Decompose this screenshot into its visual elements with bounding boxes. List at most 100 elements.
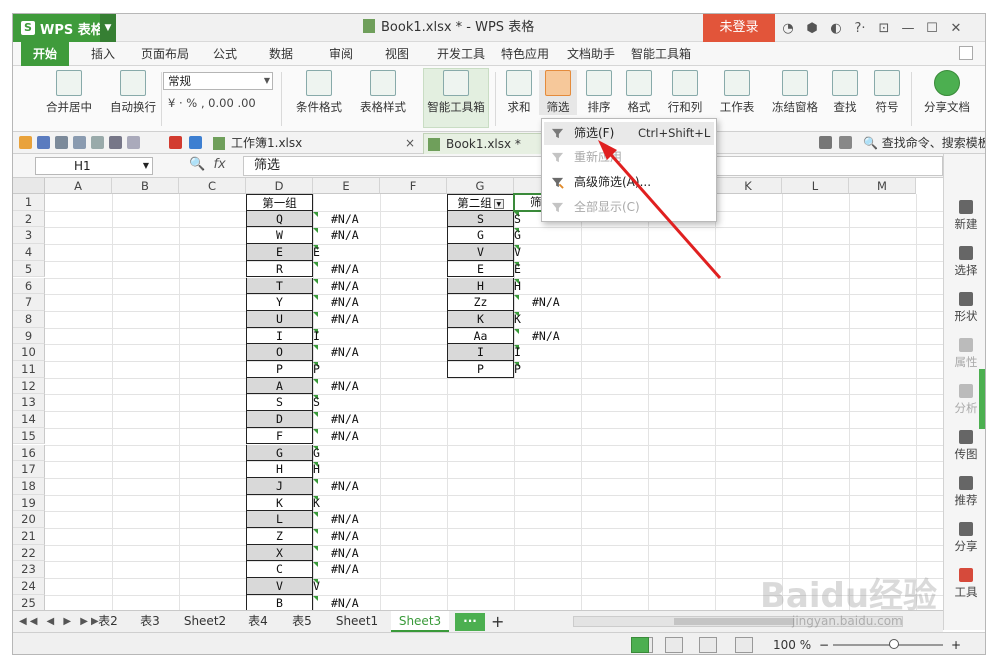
tab-insert[interactable]: 插入 bbox=[91, 42, 115, 66]
lookup-result-cell[interactable]: #N/A bbox=[313, 227, 380, 244]
zoom-in-button[interactable]: + bbox=[951, 633, 961, 654]
sheet-tab[interactable]: 表4 bbox=[241, 611, 275, 632]
tab-page-layout[interactable]: 页面布局 bbox=[141, 42, 189, 66]
zoom-slider-knob[interactable] bbox=[889, 639, 899, 649]
group1-cell[interactable]: Z bbox=[246, 528, 313, 545]
sidebar-item-new[interactable]: 新建 bbox=[944, 200, 985, 232]
settings-icon[interactable]: ⬢ bbox=[805, 21, 819, 36]
group2-cell[interactable]: H bbox=[447, 277, 514, 295]
tab-view[interactable]: 视图 bbox=[385, 42, 409, 66]
select-all-corner[interactable] bbox=[13, 178, 45, 194]
normal-view-active-icon[interactable] bbox=[631, 637, 649, 653]
sidebar-item-tools[interactable]: 工具 bbox=[944, 568, 985, 600]
row-header[interactable]: 22 bbox=[13, 544, 45, 562]
row-header[interactable]: 2 bbox=[13, 210, 45, 228]
group1-cell[interactable]: Q bbox=[246, 210, 313, 228]
menu-item-filter[interactable]: 筛选(F) Ctrl+Shift+L bbox=[544, 122, 714, 145]
column-header[interactable]: C bbox=[179, 178, 246, 194]
close-icon[interactable]: × bbox=[405, 133, 415, 153]
print-icon[interactable] bbox=[55, 136, 68, 149]
help-icon[interactable]: ?· bbox=[853, 21, 867, 36]
filter-result-cell[interactable]: #N/A bbox=[514, 294, 581, 311]
menu-item-advanced-filter[interactable]: 高级筛选(A)... bbox=[544, 171, 714, 194]
minimize-icon[interactable]: — bbox=[901, 21, 915, 36]
row-header[interactable]: 14 bbox=[13, 411, 45, 428]
group2-cell[interactable]: P bbox=[447, 361, 514, 378]
freeze-panes-button[interactable]: 冻结窗格 bbox=[767, 70, 823, 115]
sidebar-item-upload-image[interactable]: 传图 bbox=[944, 430, 985, 462]
sheet-tab[interactable]: Sheet2 bbox=[179, 611, 231, 632]
sidebar-item-shape[interactable]: 形状 bbox=[944, 292, 985, 324]
row-header[interactable]: 3 bbox=[13, 227, 45, 245]
lookup-result-cell[interactable]: #N/A bbox=[313, 595, 380, 610]
filter-result-cell[interactable]: E bbox=[514, 261, 581, 278]
row-header[interactable]: 25 bbox=[13, 594, 45, 610]
row-col-button[interactable]: 行和列 bbox=[663, 70, 707, 115]
spreadsheet-grid[interactable]: ABCDEFGHIJKLM123456789101112131415161718… bbox=[13, 178, 943, 610]
wrap-text-button[interactable]: 自动换行 bbox=[105, 70, 161, 115]
lookup-result-cell[interactable]: #N/A bbox=[313, 528, 380, 545]
cube-icon[interactable] bbox=[189, 136, 202, 149]
tab-features[interactable]: 特色应用 bbox=[501, 42, 549, 66]
restore-icon[interactable]: ⊡ bbox=[877, 21, 891, 36]
column-header[interactable]: M bbox=[849, 178, 916, 194]
group1-cell[interactable]: L bbox=[246, 511, 313, 528]
symbol-button[interactable]: 符号 bbox=[869, 70, 905, 115]
worksheet-button[interactable]: 工作表 bbox=[715, 70, 759, 115]
lookup-result-cell[interactable]: I bbox=[313, 328, 380, 345]
lookup-result-cell[interactable]: #N/A bbox=[313, 378, 380, 395]
lookup-result-cell[interactable]: #N/A bbox=[313, 511, 380, 528]
tab-home[interactable]: 开始 bbox=[21, 42, 70, 66]
group1-cell[interactable]: E bbox=[246, 244, 313, 261]
lookup-result-cell[interactable]: #N/A bbox=[313, 311, 380, 328]
filter-dropdown-button[interactable]: ▼ bbox=[493, 199, 504, 209]
app-menu-button[interactable]: S WPS 表格 ▼ bbox=[13, 14, 116, 42]
sheet-nav-arrows[interactable]: ◀◀ ◀ ▶ ▶▶ bbox=[19, 611, 102, 632]
sheet-tab[interactable]: Sheet3 bbox=[391, 611, 449, 632]
group1-cell[interactable]: I bbox=[246, 327, 313, 345]
column-header[interactable]: D bbox=[246, 178, 313, 194]
group2-cell[interactable]: V bbox=[447, 244, 514, 261]
lookup-result-cell[interactable]: V bbox=[313, 578, 380, 595]
group1-cell[interactable]: O bbox=[246, 344, 313, 361]
zoom-out-button[interactable]: − bbox=[819, 633, 829, 654]
login-button[interactable]: 未登录 bbox=[703, 14, 775, 42]
sheet-tab[interactable]: 表3 bbox=[133, 611, 167, 632]
format-painter-icon[interactable] bbox=[91, 136, 104, 149]
number-format-tools[interactable]: ¥ · % ‚ 0.00 .00 bbox=[168, 96, 256, 110]
row-header[interactable]: 5 bbox=[13, 260, 45, 278]
number-format-select[interactable]: 常规 ▼ bbox=[163, 72, 273, 90]
group1-cell[interactable]: W bbox=[246, 227, 313, 245]
group1-cell[interactable]: H bbox=[246, 461, 313, 478]
group1-cell[interactable]: Y bbox=[246, 294, 313, 311]
chevron-down-icon[interactable]: ▼ bbox=[100, 14, 116, 42]
tab-review[interactable]: 审阅 bbox=[329, 42, 353, 66]
group1-cell[interactable]: F bbox=[246, 427, 313, 445]
wps-cloud-icon[interactable] bbox=[169, 136, 182, 149]
group2-cell[interactable]: I bbox=[447, 344, 514, 361]
find-button[interactable]: 查找 bbox=[827, 70, 863, 115]
row-header[interactable]: 4 bbox=[13, 244, 45, 261]
sidebar-item-properties[interactable]: 属性 bbox=[944, 338, 985, 370]
lookup-result-cell[interactable]: E bbox=[313, 244, 380, 261]
lookup-result-cell[interactable]: #N/A bbox=[313, 211, 380, 228]
maximize-icon[interactable]: ☐ bbox=[925, 21, 939, 36]
lookup-result-cell[interactable]: #N/A bbox=[313, 294, 380, 311]
row-header[interactable]: 1 bbox=[13, 194, 45, 211]
sort-button[interactable]: 排序 bbox=[581, 70, 617, 115]
filter-button[interactable]: 筛选 bbox=[539, 70, 577, 115]
group1-cell[interactable]: K bbox=[246, 494, 313, 512]
column-header[interactable]: K bbox=[715, 178, 782, 194]
eye-protect-icon[interactable] bbox=[735, 637, 753, 653]
add-sheet-button[interactable]: + bbox=[491, 611, 504, 632]
scrollbar-thumb[interactable] bbox=[674, 618, 794, 625]
group2-cell[interactable]: Zz bbox=[447, 294, 514, 311]
group1-cell[interactable]: X bbox=[246, 544, 313, 562]
smart-toolbox-button[interactable]: 智能工具箱 bbox=[425, 70, 487, 115]
row-header[interactable]: 13 bbox=[13, 394, 45, 412]
group2-cell[interactable]: K bbox=[447, 310, 514, 328]
sidebar-item-recommend[interactable]: 推荐 bbox=[944, 476, 985, 508]
name-box[interactable]: H1 ▼ bbox=[35, 157, 153, 175]
sheet-tab[interactable]: 表5 bbox=[285, 611, 319, 632]
column-header[interactable]: L bbox=[782, 178, 849, 194]
